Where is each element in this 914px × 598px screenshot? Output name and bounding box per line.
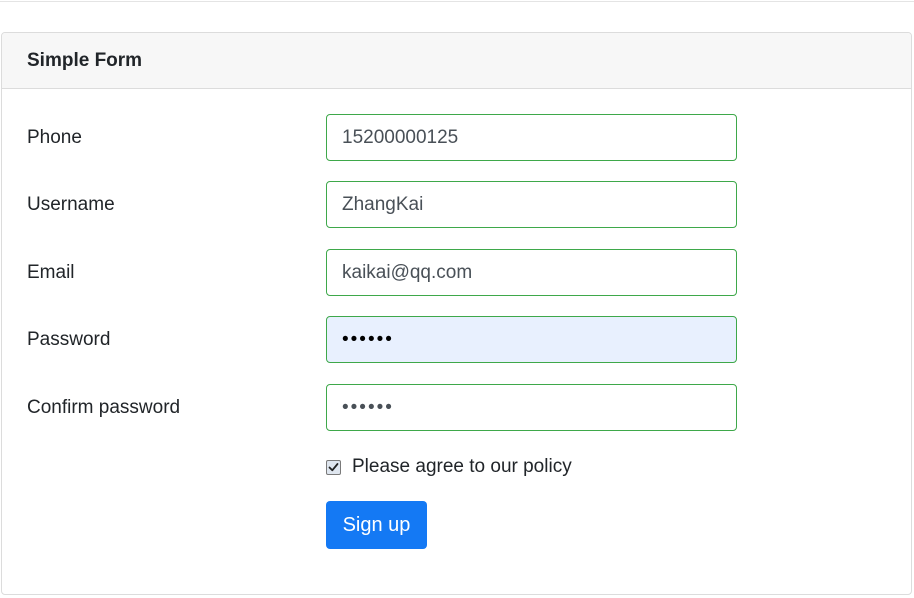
username-input[interactable]: [326, 181, 737, 228]
password-row: Password: [2, 316, 911, 364]
email-label: Email: [27, 262, 75, 283]
username-label: Username: [27, 194, 115, 215]
top-divider: [0, 0, 914, 2]
policy-row: Please agree to our policy: [326, 455, 572, 479]
username-row: Username: [2, 181, 911, 229]
email-input[interactable]: [326, 249, 737, 296]
password-input[interactable]: [326, 316, 737, 363]
confirm-password-row: Confirm password: [2, 384, 911, 432]
policy-label[interactable]: Please agree to our policy: [352, 456, 572, 478]
phone-label: Phone: [27, 127, 82, 148]
phone-input[interactable]: [326, 114, 737, 161]
confirm-password-input[interactable]: [326, 384, 737, 431]
password-label: Password: [27, 329, 111, 350]
phone-row: Phone: [2, 114, 911, 162]
card-header: Simple Form: [2, 33, 911, 89]
form-card: Simple Form Phone Username Email Passwor…: [1, 32, 912, 595]
sign-up-button[interactable]: Sign up: [326, 501, 427, 549]
checkmark-icon: [328, 462, 339, 471]
email-row: Email: [2, 249, 911, 297]
policy-checkbox[interactable]: [326, 459, 341, 475]
confirm-password-label: Confirm password: [27, 397, 181, 418]
form-title: Simple Form: [27, 49, 143, 71]
